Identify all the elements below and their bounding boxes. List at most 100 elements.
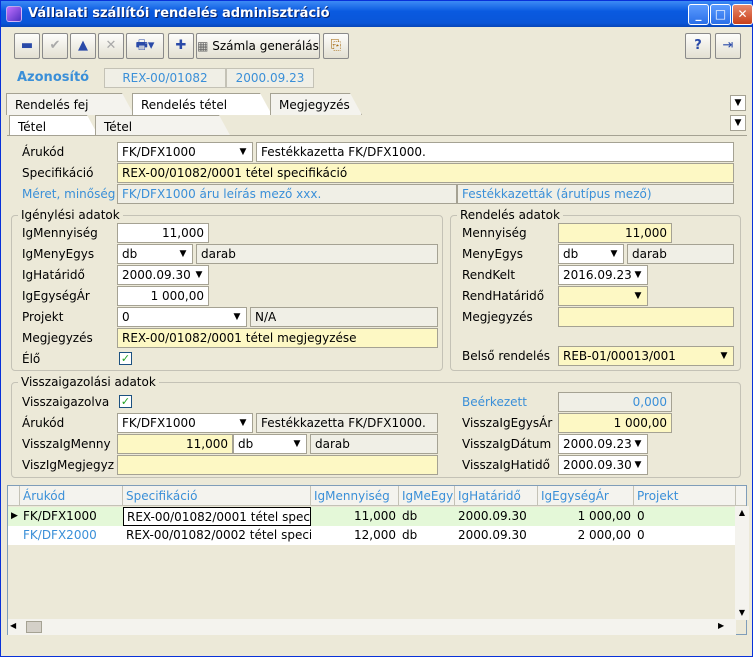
rendkelt-label: RendKelt [462, 268, 516, 282]
v-egysar-field[interactable]: 1 000,00 [558, 413, 672, 433]
tab-rendeles-tetel[interactable]: Rendelés tétel adatok [132, 93, 272, 115]
maximize-icon[interactable]: □ [710, 4, 731, 25]
col-header-ighatarido[interactable]: IgHatáridő [455, 486, 538, 506]
tabs-dropdown-icon[interactable]: ▼ [730, 95, 746, 111]
mennyiseg-field[interactable]: 11,000 [558, 223, 672, 243]
col-header-igegysegar[interactable]: IgEgységÁr [538, 486, 634, 506]
copy-button[interactable]: ⎘ [323, 33, 349, 59]
scroll-up-icon[interactable]: ▲ [735, 506, 749, 520]
grid-header: Árukód Specifikáció IgMennyiség IgMeEgys… [8, 486, 746, 506]
beerkezett-field: 0,000 [558, 392, 672, 412]
rendkelt-combo[interactable]: 2016.09.23 ▼ [558, 265, 648, 285]
col-header-igmeegys[interactable]: IgMeEgys [399, 486, 455, 506]
visszaigazolva-checkbox[interactable]: ✓ [119, 395, 132, 408]
cell-arukod[interactable]: FK/DFX2000 [20, 526, 123, 545]
menyegys-combo[interactable]: db ▼ [558, 244, 624, 264]
rmegjegyzes-label: Megjegyzés [462, 310, 533, 324]
cell-igmeegys[interactable]: db [399, 507, 455, 526]
v-arukod-desc: Festékkazetta FK/DFX1000. [256, 413, 438, 433]
cell-igegysegar[interactable]: 1 000,00 [538, 507, 634, 526]
table-row[interactable]: FK/DFX2000 REX-00/01082/0002 tétel speci… [8, 526, 736, 545]
projekt-combo[interactable]: 0 ▼ [117, 307, 247, 327]
chevron-down-icon[interactable]: ▼ [174, 245, 192, 263]
scroll-down-icon[interactable]: ▼ [735, 606, 749, 620]
v-arukod-combo[interactable]: FK/DFX1000 ▼ [117, 413, 253, 433]
belso-combo[interactable]: REB-01/00013/001 ▼ [558, 346, 734, 366]
chevron-down-icon[interactable]: ▼ [234, 414, 252, 432]
cell-projekt[interactable]: 0 [634, 507, 736, 526]
ighatarido-combo[interactable]: 2000.09.30 ▼ [117, 265, 209, 285]
vertical-scrollbar[interactable]: ▲ ▼ [735, 506, 749, 620]
chevron-down-icon[interactable]: ▼ [629, 287, 647, 305]
igmegjegyzes-field[interactable]: REX-00/01082/0001 tétel megjegyzése [117, 328, 438, 348]
spec-field[interactable]: REX-00/01082/0001 tétel specifikáció [117, 163, 734, 183]
chevron-down-icon[interactable]: ▼ [288, 435, 306, 453]
v-menny-unit-combo[interactable]: db ▼ [233, 434, 307, 454]
close-icon[interactable]: ✕ [732, 4, 753, 25]
cell-ighatarido[interactable]: 2000.09.30 [455, 507, 538, 526]
chevron-down-icon[interactable]: ▼ [190, 266, 208, 284]
scroll-thumb[interactable] [26, 621, 42, 633]
tab-megjegyzes[interactable]: Megjegyzés [270, 93, 362, 115]
col-header-igmennyiseg[interactable]: IgMennyiség [311, 486, 399, 506]
scroll-right-icon[interactable]: ▶ [718, 621, 724, 630]
help-icon[interactable]: ? [685, 33, 711, 59]
chevron-down-icon[interactable]: ▼ [629, 266, 647, 284]
arukod-label: Árukód [22, 145, 65, 159]
meret-field: FK/DFX1000 áru leírás mező xxx. [117, 184, 457, 204]
exit-icon[interactable]: ⇥ [715, 33, 741, 59]
col-header-arukod[interactable]: Árukód [20, 486, 123, 506]
move-up-button[interactable]: ▲ [70, 33, 96, 59]
elo-checkbox[interactable]: ✓ [119, 352, 132, 365]
chevron-down-icon[interactable]: ▼ [629, 435, 647, 453]
row-pointer-icon: ▶ [11, 511, 18, 521]
chevron-down-icon[interactable]: ▼ [605, 245, 623, 263]
invoice-generate-button[interactable]: ▦ Számla generálás [196, 33, 320, 59]
delete-button[interactable]: ▬ [14, 33, 40, 59]
mennyiseg-label: Mennyiség [462, 226, 527, 240]
igegysegar-field[interactable]: 1 000,00 [117, 286, 209, 306]
subtabs-dropdown-icon[interactable]: ▼ [730, 115, 746, 131]
cell-ighatarido[interactable]: 2000.09.30 [455, 526, 538, 545]
tab-tetel-megjegyzesek[interactable]: Tétel megjegyzések [95, 115, 231, 137]
chevron-down-icon[interactable]: ▼ [228, 308, 246, 326]
cell-igegysegar[interactable]: 2 000,00 [538, 526, 634, 545]
chevron-down-icon[interactable]: ▼ [629, 456, 647, 474]
rmegjegyzes-field[interactable] [558, 307, 734, 327]
menyegys-desc: darab [627, 244, 734, 264]
cell-specifikacio[interactable]: REX-00/01082/0001 tétel specifik [123, 507, 311, 526]
elo-label: Élő [22, 352, 41, 366]
v-arukod-label: Árukód [22, 416, 65, 430]
scroll-left-icon[interactable]: ◀ [10, 621, 16, 630]
rendhatarido-combo[interactable]: ▼ [558, 286, 648, 306]
cell-projekt[interactable]: 0 [634, 526, 736, 545]
cell-specifikacio[interactable]: REX-00/01082/0002 tétel specifik [123, 526, 311, 545]
invoice-icon: ▦ [197, 39, 213, 53]
v-hatido-combo[interactable]: 2000.09.30 ▼ [558, 455, 648, 475]
sub-tabs: Tétel adatok Tétel megjegyzések ▼ [1, 115, 752, 137]
igmennyiseg-field[interactable]: 11,000 [117, 223, 209, 243]
horizontal-scrollbar[interactable]: ◀ ▶ [8, 619, 736, 635]
col-header-projekt[interactable]: Projekt [634, 486, 736, 506]
arukod-combo[interactable]: FK/DFX1000 ▼ [117, 142, 253, 162]
col-header-specifikacio[interactable]: Specifikáció [123, 486, 311, 506]
cell-igmennyiseg[interactable]: 12,000 [311, 526, 399, 545]
chevron-down-icon[interactable]: ▼ [234, 143, 252, 161]
igmenyegys-combo[interactable]: db ▼ [117, 244, 193, 264]
v-egysar-label: VisszaIgEgysÁr [462, 416, 553, 430]
tab-rendeles-fej[interactable]: Rendelés fej adatok [6, 93, 134, 115]
add-button[interactable]: ✚ [168, 33, 194, 59]
print-button[interactable]: 🖶▾ [126, 33, 164, 59]
table-row[interactable]: ▶ FK/DFX1000 REX-00/01082/0001 tétel spe… [8, 507, 736, 526]
tab-tetel-adatok[interactable]: Tétel adatok [9, 115, 99, 137]
cell-igmeegys[interactable]: db [399, 526, 455, 545]
v-megj-field[interactable] [117, 455, 438, 475]
chevron-down-icon[interactable]: ▼ [715, 347, 733, 365]
minimize-icon[interactable]: _ [688, 4, 709, 25]
confirm-button[interactable]: ✔ [42, 33, 68, 59]
cancel-button[interactable]: ✕ [98, 33, 124, 59]
cell-arukod[interactable]: FK/DFX1000 [20, 507, 123, 526]
cell-igmennyiseg[interactable]: 11,000 [311, 507, 399, 526]
v-menny-field[interactable]: 11,000 [117, 434, 233, 454]
v-datum-combo[interactable]: 2000.09.23 ▼ [558, 434, 648, 454]
